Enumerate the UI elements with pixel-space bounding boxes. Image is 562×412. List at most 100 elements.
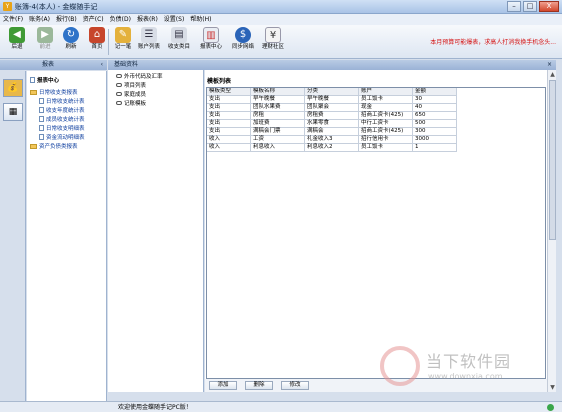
- pencil-icon: ✎: [115, 27, 131, 43]
- back-label: 后退: [11, 44, 23, 50]
- cell-amount: 300: [412, 127, 457, 136]
- menu-help[interactable]: 帮助(H): [190, 14, 211, 25]
- cell-account: 现金: [358, 103, 413, 112]
- node-icon: [116, 92, 122, 96]
- maximize-button[interactable]: □: [523, 1, 537, 12]
- status-bar: 欢迎使用金蝶随手记PC版！: [0, 401, 562, 412]
- left-panel-title: 报表: [42, 61, 55, 68]
- cell-category: 团队聚会: [304, 103, 359, 112]
- cell-account: 招行信用卡: [358, 135, 413, 144]
- report-icon[interactable]: ▦: [3, 103, 23, 121]
- column-header-name[interactable]: 模板名称: [250, 87, 305, 96]
- tree-node-members[interactable]: 家庭成员: [116, 91, 146, 99]
- folder-icon: [30, 144, 37, 149]
- table-row[interactable]: 支出 加班费 水果零食 中行工资卡 500: [206, 119, 457, 128]
- column-header-category[interactable]: 分类: [304, 87, 359, 96]
- menu-reports[interactable]: 报表(R): [137, 14, 158, 25]
- cell-amount: 3000: [412, 135, 457, 144]
- grid-caption: 模板列表: [207, 78, 232, 85]
- account-list-button[interactable]: ☰ 账户列表: [134, 27, 164, 57]
- watermark-logo-icon: [380, 346, 420, 386]
- table-row[interactable]: 支出 早午晚餐 早午晚餐 员工饭卡 30: [206, 95, 457, 104]
- column-header-account[interactable]: 账户: [358, 87, 413, 96]
- sync-icon: $: [235, 27, 251, 43]
- cell-amount: 650: [412, 111, 457, 120]
- menu-file[interactable]: 文件(F): [3, 14, 23, 25]
- watermark: 当下软件园 www.downxia.com: [380, 340, 550, 396]
- cell-account: 招商工资卡(425): [358, 111, 413, 120]
- table-row[interactable]: 收入 工资 礼金收入3 招行信用卡 3000: [206, 135, 457, 144]
- document-icon: [39, 116, 44, 122]
- tree-node-projects[interactable]: 项目列表: [116, 82, 146, 90]
- tree-item-3[interactable]: 成员收支统计表: [39, 116, 85, 124]
- tree-item-5[interactable]: 资金流动明细表: [39, 134, 85, 142]
- table-row[interactable]: 支出 房租 房租费 招商工资卡(425) 650: [206, 111, 457, 120]
- cell-category: 水果零食: [304, 119, 359, 128]
- tree-item-4[interactable]: 日常收支明细表: [39, 125, 85, 133]
- notice-link[interactable]: 本月预算可能爆表，求高人打消我换手机念头...: [430, 37, 556, 46]
- tree-root[interactable]: 报表中心: [30, 77, 59, 85]
- menu-assets[interactable]: 资产(C): [83, 14, 104, 25]
- watermark-text: 当下软件园: [426, 352, 512, 371]
- money-bag-icon[interactable]: 💰: [3, 79, 23, 97]
- cell-amount: 40: [412, 103, 457, 112]
- tree-node-templates[interactable]: 记账模板: [116, 100, 146, 108]
- close-button[interactable]: X: [539, 1, 559, 12]
- cell-amount: 1: [412, 143, 457, 152]
- yen-icon: ¥: [265, 27, 281, 43]
- document-icon: [39, 107, 44, 113]
- node-icon: [116, 83, 122, 87]
- main-panel-header: 基础资料 ×: [108, 60, 556, 70]
- report-tree: 报表中心 日常收支类报表 日常收支统计表 收支年度统计表 成员收支统计表 日常收…: [27, 71, 107, 401]
- cell-amount: 30: [412, 95, 457, 104]
- arrow-left-icon: ◀: [9, 27, 25, 43]
- cell-name: 房租: [250, 111, 305, 120]
- grid-header: 模板类型 模板名称 分类 账户 金额: [206, 87, 457, 96]
- income-expense-button[interactable]: ▤ 收支类目: [164, 27, 194, 57]
- cell-type: 支出: [206, 119, 251, 128]
- cell-name: 满稿会门票: [250, 127, 305, 136]
- table-row[interactable]: 收入 利息收入 利息收入2 员工饭卡 1: [206, 143, 457, 152]
- finance-community-button[interactable]: ¥ 理财社区: [258, 27, 288, 57]
- modify-button[interactable]: 修改: [281, 381, 309, 390]
- scroll-up-icon[interactable]: ▲: [548, 70, 557, 79]
- back-button[interactable]: ◀ 后退: [2, 27, 32, 57]
- tree-group-daily[interactable]: 日常收支类报表: [30, 89, 78, 97]
- cell-name: 加班费: [250, 119, 305, 128]
- close-icon[interactable]: ×: [547, 60, 552, 70]
- app-icon: Y: [3, 2, 12, 11]
- table-row[interactable]: 支出 满稿会门票 满稿会 招商工资卡(425) 300: [206, 127, 457, 136]
- delete-button[interactable]: 删除: [245, 381, 273, 390]
- minimize-button[interactable]: –: [507, 1, 521, 12]
- toolbar: ◀ 后退 ▶ 前进 ↻ 刷新 ⌂ 首页 ✎ 记一笔 ☰ 账户列表 ▤ 收支类目 …: [0, 25, 562, 59]
- menu-accounts[interactable]: 账务(A): [29, 14, 50, 25]
- tree-group-assets[interactable]: 资产负债类报表: [30, 143, 78, 151]
- tree-item-1[interactable]: 日常收支统计表: [39, 98, 85, 106]
- cell-type: 支出: [206, 95, 251, 104]
- tree-node-currency[interactable]: 外币代码及汇率: [116, 73, 163, 81]
- refresh-icon: ↻: [63, 27, 79, 43]
- report-center-button[interactable]: ▥ 报表中心: [196, 27, 226, 57]
- cell-amount: 500: [412, 119, 457, 128]
- menu-bank[interactable]: 报行(B): [56, 14, 77, 25]
- report-center-label: 报表中心: [199, 44, 222, 50]
- tree-item-2[interactable]: 收支年度统计表: [39, 107, 85, 115]
- table-row[interactable]: 支出 团队水果费 团队聚会 现金 40: [206, 103, 457, 112]
- watermark-url: www.downxia.com: [428, 372, 503, 381]
- column-header-type[interactable]: 模板类型: [206, 87, 251, 96]
- chart-icon: ▥: [203, 27, 219, 43]
- add-button[interactable]: 添加: [209, 381, 237, 390]
- cell-name: 团队水果费: [250, 103, 305, 112]
- menu-liabilities[interactable]: 负债(D): [110, 14, 131, 25]
- folder-icon: [30, 90, 37, 95]
- cell-type: 收入: [206, 135, 251, 144]
- status-message: 欢迎使用金蝶随手记PC版！: [118, 404, 192, 411]
- scroll-thumb[interactable]: [549, 80, 556, 240]
- sidebar-tabs: 💰 ▦: [0, 71, 26, 401]
- menu-settings[interactable]: 设置(S): [164, 14, 185, 25]
- column-header-amount[interactable]: 金额: [412, 87, 457, 96]
- sync-button[interactable]: $ 同步网络: [228, 27, 258, 57]
- cell-account: 员工饭卡: [358, 95, 413, 104]
- template-grid: 模板类型 模板名称 分类 账户 金额 支出 早午晚餐 早午晚餐 员工饭卡 30 …: [206, 87, 457, 152]
- collapse-icon[interactable]: ‹: [101, 60, 103, 70]
